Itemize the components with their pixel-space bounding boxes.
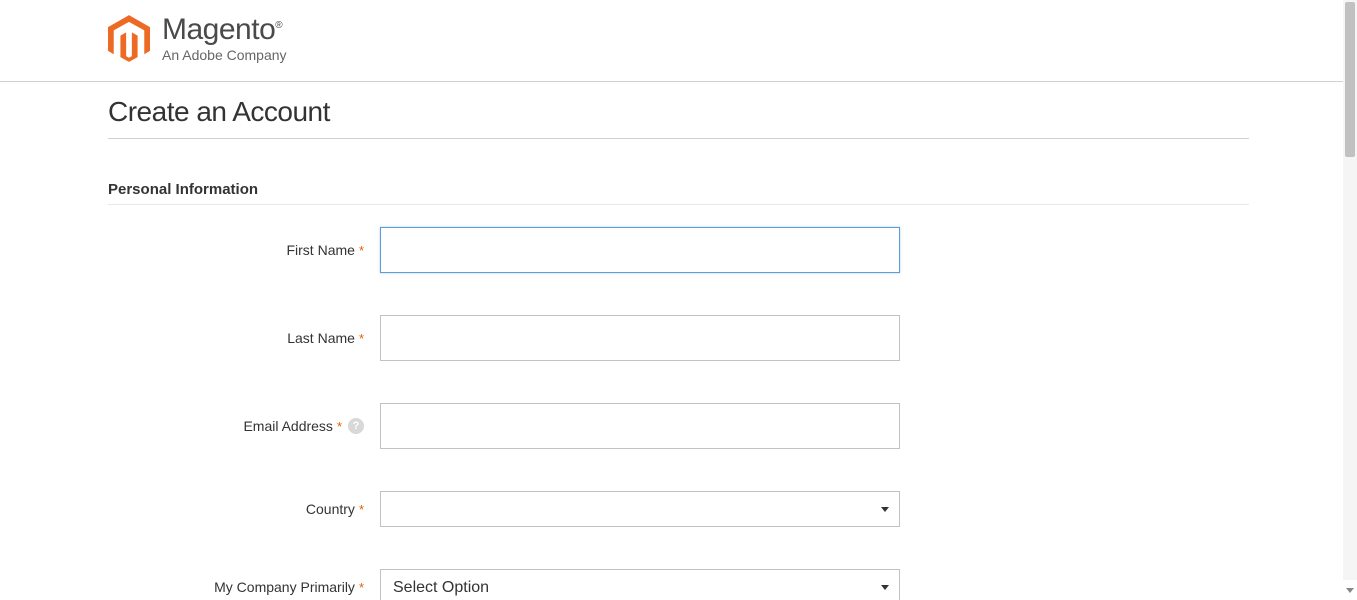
required-indicator: * [359,331,364,346]
first-name-input[interactable] [380,227,900,273]
required-indicator: * [359,502,364,517]
section-title: Personal Information [108,181,1249,204]
required-indicator: * [359,243,364,258]
last-name-label: Last Name [287,330,355,346]
required-indicator: * [337,419,342,434]
country-select[interactable] [380,491,900,527]
logo-subtitle: An Adobe Company [162,47,287,63]
magento-logo[interactable]: Magento® An Adobe Company [108,15,1357,63]
title-divider [108,138,1249,139]
scrollbar-down-icon[interactable] [1343,580,1357,600]
logo-brand-text: Magento® [162,15,287,45]
first-name-label: First Name [286,242,354,258]
help-icon[interactable]: ? [348,418,364,434]
company-primarily-label: My Company Primarily [214,579,355,595]
company-primarily-select[interactable]: Select Option [380,569,900,600]
scrollbar-thumb[interactable] [1345,2,1355,157]
email-input[interactable] [380,403,900,449]
magento-hexagon-icon [108,15,150,63]
country-label: Country [306,501,355,517]
page-title: Create an Account [108,82,1249,138]
section-divider [108,204,1249,205]
required-indicator: * [359,580,364,595]
email-label: Email Address [243,418,332,434]
last-name-input[interactable] [380,315,900,361]
scrollbar-track[interactable] [1343,0,1357,580]
